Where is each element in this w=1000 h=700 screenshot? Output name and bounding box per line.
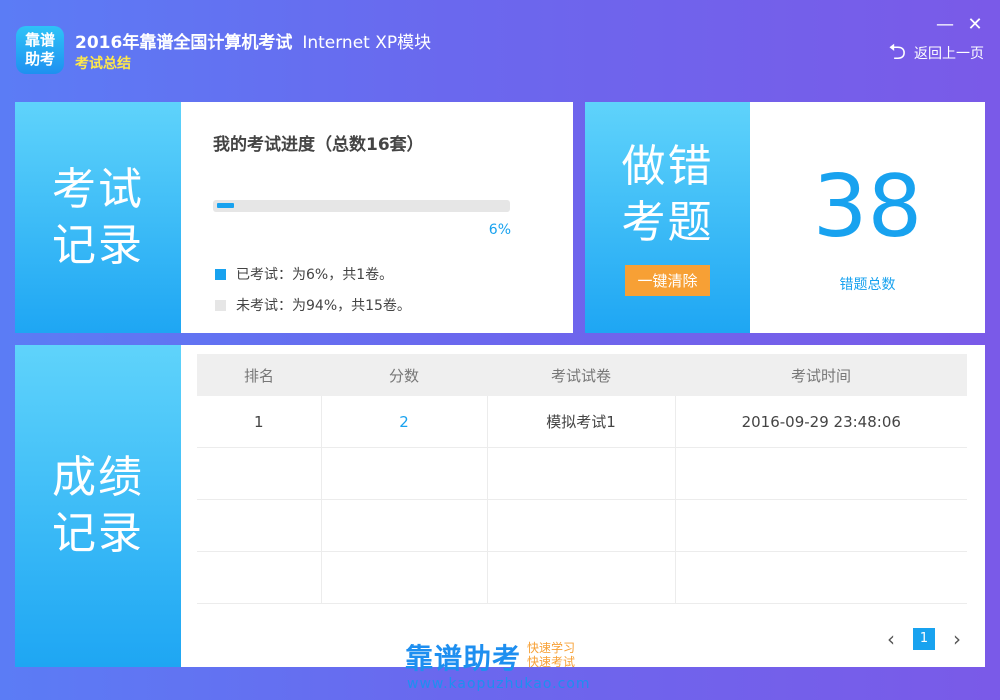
next-page-button[interactable]: › (949, 627, 965, 651)
exam-record-title-line2: 记录 (52, 219, 144, 271)
column-header-score: 分数 (321, 354, 487, 396)
cell-score (321, 499, 488, 552)
wrong-count-label: 错题总数 (839, 277, 896, 293)
wrong-title-line1: 做错 (621, 141, 714, 192)
cell-score (321, 447, 488, 500)
brand-url[interactable]: www.kaopuzhukao.com (407, 676, 591, 692)
logo-line1: 靠谱 (24, 31, 55, 49)
table-row[interactable]: 1 2 模拟考试1 2016-09-29 23:48:06 (197, 396, 967, 448)
back-button[interactable]: ⮌ 返回上一页 (888, 40, 984, 65)
close-button[interactable]: ✕ (965, 14, 985, 35)
cell-time (675, 499, 967, 552)
score-record-panel: 成绩 记录 排名 分数 考试试卷 考试时间 1 2 模拟考试1 2016-09-… (15, 345, 985, 667)
brand-slogan: 快速学习 快速考试 (527, 641, 575, 669)
cell-rank (197, 499, 322, 552)
wrong-questions-side: 做错 考题 一键清除 (585, 102, 750, 333)
cell-time: 2016-09-29 23:48:06 (675, 396, 967, 448)
pagination: ‹ 1 › (883, 627, 965, 651)
column-header-rank: 排名 (197, 354, 321, 396)
minimize-button[interactable]: — (935, 14, 955, 35)
brand-name: 靠谱助考 (405, 642, 522, 675)
wrong-count: 38 (812, 157, 923, 257)
progress-title: 我的考试进度（总数16套） (213, 135, 424, 155)
cell-paper (487, 447, 676, 500)
back-label: 返回上一页 (914, 46, 984, 62)
table-row (197, 499, 967, 552)
wrong-questions-panel: 做错 考题 一键清除 38 错题总数 (585, 102, 985, 333)
app-title: 2016年靠谱全国计算机考试 Internet XP模块 (75, 28, 431, 53)
cell-score (321, 551, 488, 604)
exam-record-title-line1: 考试 (52, 163, 144, 215)
legend-todo: 未考试：为94%，共15卷。 (215, 295, 411, 315)
legend-done-text: 已考试：为6%，共1卷。 (236, 267, 394, 283)
score-table-header: 排名 分数 考试试卷 考试时间 (197, 354, 967, 396)
brand-slogan-line2: 快速考试 (527, 655, 576, 669)
exam-record-side: 考试 记录 (15, 102, 181, 333)
page-1-button[interactable]: 1 (913, 628, 935, 650)
table-row (197, 447, 967, 500)
legend-done: 已考试：为6%，共1卷。 (215, 264, 393, 284)
legend-todo-text: 未考试：为94%，共15卷。 (236, 298, 411, 314)
column-header-time: 考试时间 (675, 354, 967, 396)
brand-slogan-line1: 快速学习 (527, 641, 576, 655)
footer-brand: 靠谱助考 快速学习 快速考试 (405, 637, 575, 677)
cell-paper: 模拟考试1 (487, 396, 676, 448)
cell-rank: 1 (197, 396, 322, 448)
score-table: 排名 分数 考试试卷 考试时间 1 2 模拟考试1 2016-09-29 23:… (197, 354, 967, 604)
progress-bar-fill (217, 203, 235, 208)
cell-paper (487, 499, 676, 552)
progress-percent: 6% (488, 222, 511, 238)
score-record-side: 成绩 记录 (15, 345, 181, 667)
legend-done-swatch (215, 268, 226, 280)
app-title-text: 2016年靠谱全国计算机考试 (75, 33, 293, 53)
cell-rank (197, 551, 322, 604)
cell-paper (487, 551, 676, 604)
exam-record-panel: 考试 记录 我的考试进度（总数16套） 6% 已考试：为6%，共1卷。 未考试：… (15, 102, 573, 333)
progress-bar (213, 200, 510, 212)
module-name: Internet XP模块 (302, 33, 432, 53)
logo-line2: 助考 (24, 50, 55, 68)
clear-all-button[interactable]: 一键清除 (625, 265, 710, 296)
score-title-line2: 记录 (52, 508, 144, 559)
legend-todo-swatch (215, 299, 226, 311)
prev-page-button[interactable]: ‹ (883, 627, 899, 651)
app-logo: 靠谱 助考 (16, 26, 64, 74)
cell-score: 2 (321, 396, 488, 448)
cell-time (675, 551, 967, 604)
column-header-paper: 考试试卷 (487, 354, 675, 396)
score-title-line1: 成绩 (52, 452, 144, 503)
cell-rank (197, 447, 322, 500)
table-row (197, 551, 967, 604)
wrong-title-line2: 考题 (621, 197, 714, 248)
page-subtitle: 考试总结 (75, 56, 131, 72)
cell-time (675, 447, 967, 500)
back-arrow-icon: ⮌ (888, 40, 906, 65)
